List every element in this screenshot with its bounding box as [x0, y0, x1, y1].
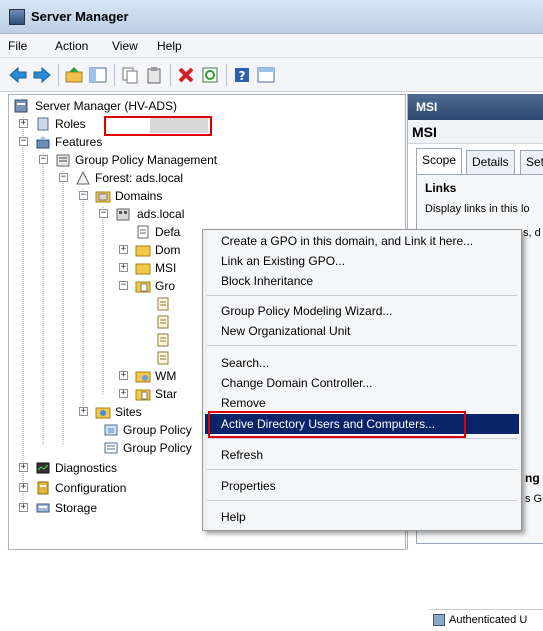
gpo-scroll-icon	[155, 332, 171, 348]
collapse-icon[interactable]: −	[39, 155, 48, 164]
collapse-icon[interactable]: −	[79, 191, 88, 200]
group-policy-management-icon	[55, 152, 71, 168]
expand-icon[interactable]: +	[79, 407, 88, 416]
annotation-box-ad-users-computers	[208, 411, 466, 438]
details-title: MSI	[408, 120, 543, 144]
expand-icon[interactable]: +	[119, 389, 128, 398]
svg-text:?: ?	[239, 69, 246, 83]
menu-separator	[207, 295, 517, 296]
starter-gpo-folder-icon	[135, 386, 151, 402]
security-filtering-text-fragment: s G	[525, 493, 543, 505]
gp-results-icon	[103, 440, 119, 456]
tree-label: Server Manager (HV-ADS)	[35, 99, 178, 113]
menu-item-search[interactable]: Search...	[205, 353, 519, 373]
links-description: Display links in this lo	[425, 203, 530, 215]
expand-icon[interactable]: +	[19, 503, 28, 512]
tab-details[interactable]: Details	[466, 150, 515, 174]
features-icon	[35, 134, 51, 150]
expand-icon[interactable]: +	[19, 119, 28, 128]
gpo-scroll-icon	[155, 314, 171, 330]
server-manager-app-icon	[9, 9, 25, 25]
menu-action[interactable]: Action	[55, 39, 88, 53]
domains-folder-icon	[95, 188, 111, 204]
tab-settings[interactable]: Set	[520, 150, 543, 174]
annotation-box-ads-local	[104, 116, 212, 136]
menu-help[interactable]: Help	[157, 39, 182, 53]
context-menu: Create a GPO in this domain, and Link it…	[202, 229, 522, 531]
collapse-icon[interactable]: −	[59, 173, 68, 182]
collapse-icon[interactable]: −	[19, 137, 28, 146]
links-heading: Links	[425, 181, 457, 195]
menu-item-refresh[interactable]: Refresh	[205, 445, 519, 465]
menu-item-gp-modeling-wizard[interactable]: Group Policy Modeling Wizard...	[205, 301, 519, 321]
paste-icon[interactable]	[144, 65, 164, 85]
menu-item-help[interactable]: Help	[205, 507, 519, 527]
menu-item-create-gpo[interactable]: Create a GPO in this domain, and Link it…	[205, 231, 519, 251]
roles-icon	[35, 116, 51, 132]
copy-icon[interactable]	[120, 65, 140, 85]
expand-icon[interactable]: +	[119, 263, 128, 272]
delete-icon[interactable]	[176, 65, 196, 85]
links-fragment: s, d	[523, 227, 541, 239]
collapse-icon[interactable]: −	[99, 209, 108, 218]
menu-bar: File Action View Help	[0, 34, 543, 58]
tab-scope[interactable]: Scope	[416, 148, 463, 174]
forward-arrow-icon[interactable]	[32, 65, 52, 85]
gpo-folder-icon	[135, 278, 151, 294]
forest-icon	[75, 170, 91, 186]
menu-separator	[207, 438, 517, 439]
back-arrow-icon[interactable]	[8, 65, 28, 85]
menu-file[interactable]: File	[8, 39, 27, 53]
tree-label-selected: ads.local	[137, 207, 185, 221]
expand-icon[interactable]: +	[119, 245, 128, 254]
ou-folder-icon	[135, 260, 151, 276]
gp-modeling-icon	[103, 422, 119, 438]
expand-icon[interactable]: +	[119, 371, 128, 380]
collapse-icon[interactable]: −	[119, 281, 128, 290]
expand-icon[interactable]: +	[19, 483, 28, 492]
users-group-icon	[433, 614, 445, 626]
diagnostics-icon	[35, 460, 51, 476]
gpo-link-icon	[135, 224, 151, 240]
storage-icon	[35, 500, 51, 516]
toolbar: ?	[0, 58, 543, 92]
menu-view[interactable]: View	[112, 39, 138, 53]
expand-icon[interactable]: +	[19, 463, 28, 472]
refresh-icon[interactable]	[200, 65, 220, 85]
menu-separator	[207, 469, 517, 470]
properties-icon[interactable]	[256, 65, 276, 85]
authenticated-users-row[interactable]: Authenticated U	[429, 609, 543, 631]
menu-item-remove[interactable]: Remove	[205, 393, 519, 413]
menu-item-new-ou[interactable]: New Organizational Unit	[205, 321, 519, 341]
domain-icon	[115, 206, 131, 222]
help-icon[interactable]: ?	[232, 65, 252, 85]
window-title: Server Manager	[31, 9, 129, 24]
menu-item-link-existing-gpo[interactable]: Link an Existing GPO...	[205, 251, 519, 271]
configuration-icon	[35, 480, 51, 496]
title-bar: Server Manager	[0, 0, 543, 34]
gpo-scroll-icon	[155, 350, 171, 366]
up-folder-icon[interactable]	[64, 65, 84, 85]
gpo-scroll-icon	[155, 296, 171, 312]
server-manager-icon	[13, 98, 29, 114]
menu-item-change-dc[interactable]: Change Domain Controller...	[205, 373, 519, 393]
menu-item-block-inheritance[interactable]: Block Inheritance	[205, 271, 519, 291]
show-hide-tree-icon[interactable]	[88, 65, 108, 85]
details-header: MSI	[408, 94, 543, 120]
sites-icon	[95, 404, 111, 420]
ou-folder-icon	[135, 242, 151, 258]
menu-separator	[207, 500, 517, 501]
security-filtering-fragment: ng	[525, 471, 540, 485]
menu-item-properties[interactable]: Properties	[205, 476, 519, 496]
menu-separator	[207, 345, 517, 346]
wmi-folder-icon	[135, 368, 151, 384]
